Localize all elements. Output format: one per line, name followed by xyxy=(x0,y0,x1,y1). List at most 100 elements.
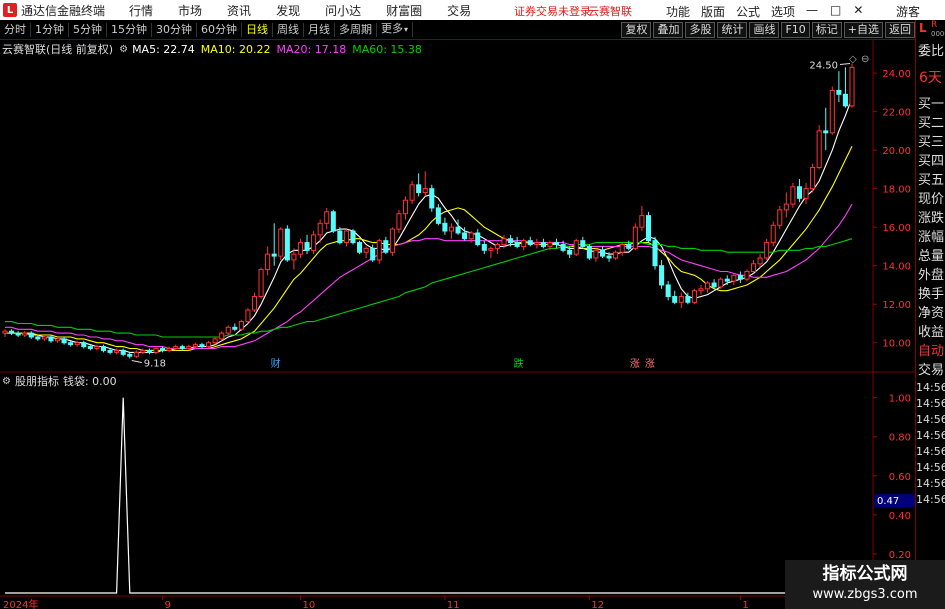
tick-time: 14:56 xyxy=(916,445,945,458)
period-60min[interactable]: 60分钟 xyxy=(197,22,242,37)
tick-time: 14:56 xyxy=(916,413,945,426)
period-5min[interactable]: 5分钟 xyxy=(69,22,107,37)
candle-body xyxy=(179,346,185,350)
candle-body xyxy=(271,253,277,257)
candle-body xyxy=(842,93,848,107)
login-status[interactable]: 证券交易未登录 xyxy=(514,3,591,19)
menu-gongneng[interactable]: 功能 xyxy=(666,3,690,20)
menu-jiaoyi[interactable]: 交易 xyxy=(447,2,471,19)
period-fenshi[interactable]: 分时 xyxy=(0,22,31,37)
sub-cursor-value: 0.47 xyxy=(877,496,899,507)
tool-add-watchlist[interactable]: +自选 xyxy=(843,22,883,38)
candle-body xyxy=(311,234,317,251)
event-marker: 财 xyxy=(271,357,281,370)
menu-gongshi[interactable]: 公式 xyxy=(736,3,760,20)
menu-hangqing[interactable]: 行情 xyxy=(129,2,153,19)
candle-body xyxy=(836,89,842,95)
menu-xuanxiang[interactable]: 选项 xyxy=(771,3,795,20)
l-label: L xyxy=(919,21,927,35)
period-monthly[interactable]: 月线 xyxy=(304,22,335,37)
tool-biaoji[interactable]: 标记 xyxy=(811,22,842,38)
candle-body xyxy=(133,351,139,357)
candle xyxy=(849,63,855,108)
tool-f10[interactable]: F10 xyxy=(781,22,810,38)
period-toolbar: 分时 1分钟 5分钟 15分钟 30分钟 60分钟 日线 周线 月线 多周期 更… xyxy=(0,20,915,40)
candle-body xyxy=(94,346,100,350)
candle xyxy=(527,236,533,247)
candle xyxy=(777,206,783,230)
candle xyxy=(251,292,258,312)
candle-body xyxy=(796,186,803,199)
menu-zixun[interactable]: 资讯 xyxy=(227,2,251,19)
candle-body xyxy=(757,257,763,265)
minimize-icon[interactable]: — xyxy=(806,3,818,17)
tool-tongji[interactable]: 统计 xyxy=(717,22,748,38)
candle xyxy=(140,348,146,355)
tool-diejia[interactable]: 叠加 xyxy=(653,22,684,38)
period-multi[interactable]: 多周期 xyxy=(335,22,377,37)
tick-time: 14:56 xyxy=(916,381,945,394)
tool-fuquan[interactable]: 复权 xyxy=(621,22,652,38)
period-more[interactable]: 更多 xyxy=(377,22,414,37)
candle-body xyxy=(35,336,41,340)
candle xyxy=(521,238,527,251)
candle xyxy=(481,240,487,255)
candle-body xyxy=(613,251,619,259)
candle xyxy=(540,238,546,249)
main-menu: 行情 市场 资讯 发现 问小达 财富圈 交易 xyxy=(129,2,496,19)
trade-label[interactable]: 交易 xyxy=(916,361,945,380)
candle-body xyxy=(186,346,192,350)
menu-banmian[interactable]: 版面 xyxy=(701,3,725,20)
candle-body xyxy=(724,278,730,282)
candle xyxy=(114,348,120,355)
title-bar: L 通达信金融终端 行情 市场 资讯 发现 问小达 财富圈 交易 证券交易未登录… xyxy=(0,0,945,20)
tick-time: 14:56 xyxy=(916,493,945,506)
candle xyxy=(422,171,428,197)
maximize-icon[interactable]: □ xyxy=(830,3,841,17)
candle xyxy=(54,336,61,343)
r-number: 0000 xyxy=(931,30,945,38)
close-icon[interactable]: ✕ xyxy=(853,3,863,17)
y-tick-label: 18.00 xyxy=(882,185,911,196)
menu-shichang[interactable]: 市场 xyxy=(178,2,202,19)
candle xyxy=(271,223,277,266)
menu-faxian[interactable]: 发现 xyxy=(276,2,300,19)
candle xyxy=(429,184,435,212)
candle-body xyxy=(297,242,304,255)
menu-wenxiaoda[interactable]: 问小达 xyxy=(325,2,361,19)
candle-body xyxy=(41,336,47,340)
period-weekly[interactable]: 周线 xyxy=(273,22,304,37)
period-1min[interactable]: 1分钟 xyxy=(31,22,69,37)
chart-area[interactable]: 24.00 22.00 20.00 18.00 16.00 14.00 12.00 10.00… xyxy=(0,40,915,609)
tool-duogu[interactable]: 多股 xyxy=(685,22,716,38)
candle xyxy=(9,329,15,336)
candle-body xyxy=(619,244,625,253)
candle-body xyxy=(376,240,382,261)
candle xyxy=(836,71,842,102)
candle-body xyxy=(448,226,455,232)
settings-gear-icon[interactable]: ⚙ xyxy=(119,44,128,55)
kline-chart[interactable]: 24.00 22.00 20.00 18.00 16.00 14.00 12.00 10.00… xyxy=(0,40,915,609)
guest-user[interactable]: 游客 xyxy=(896,3,920,20)
period-daily[interactable]: 日线 xyxy=(242,22,273,37)
tool-back[interactable]: 返回 xyxy=(885,22,915,38)
candle-body xyxy=(245,309,251,323)
menu-caifuquan[interactable]: 财富圈 xyxy=(386,2,422,19)
indicator-name[interactable]: 股朋指标 xyxy=(15,373,59,389)
candle-body xyxy=(363,247,369,253)
candle-body xyxy=(422,188,428,194)
candle-body xyxy=(586,245,592,259)
candle-body xyxy=(61,338,67,344)
candle xyxy=(442,217,448,235)
candle xyxy=(659,259,665,289)
indicator-gear-icon[interactable]: ⚙ xyxy=(2,376,11,387)
auto-label[interactable]: 自动 xyxy=(916,342,945,361)
candle-body xyxy=(389,228,395,253)
period-30min[interactable]: 30分钟 xyxy=(152,22,197,37)
tool-huaxian[interactable]: 画线 xyxy=(749,22,780,38)
period-15min[interactable]: 15分钟 xyxy=(107,22,152,37)
current-stock-name: 云赛智联 xyxy=(588,5,632,18)
candle-body xyxy=(343,230,349,244)
candle xyxy=(133,350,139,359)
candle-body xyxy=(737,274,743,280)
